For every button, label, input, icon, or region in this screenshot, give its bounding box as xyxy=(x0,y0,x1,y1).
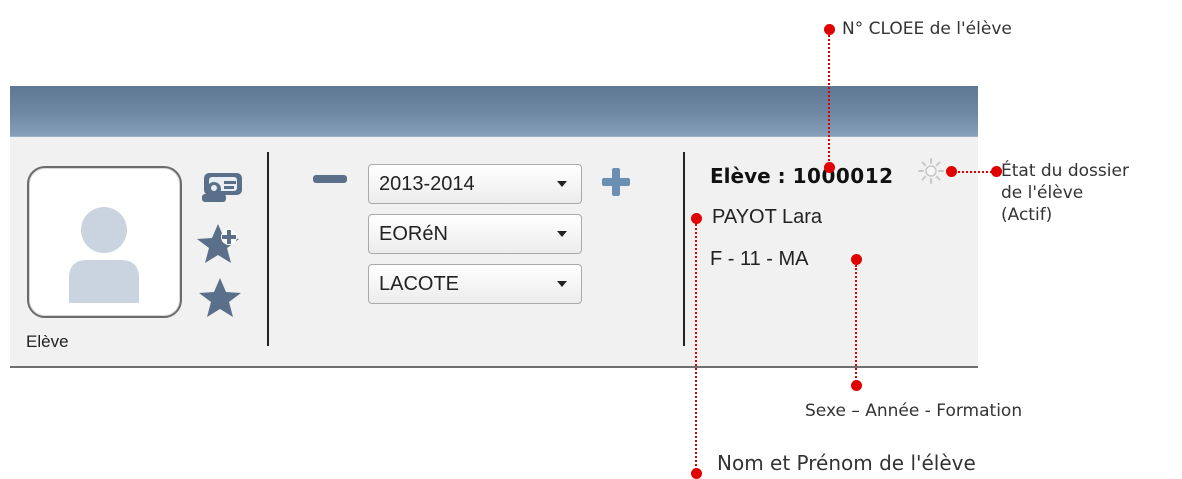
chevron-down-icon xyxy=(557,231,567,237)
user-placeholder-icon xyxy=(69,207,139,303)
separator xyxy=(683,152,685,346)
annotation-dot xyxy=(851,380,862,391)
teacher-select[interactable]: LACOTE xyxy=(368,264,582,304)
separator xyxy=(267,152,269,346)
annotation-dot xyxy=(824,24,835,35)
annotation-dot xyxy=(691,213,702,224)
annotation-dot xyxy=(946,166,957,177)
toolbar-divider xyxy=(10,366,978,368)
star-add-icon[interactable] xyxy=(196,220,244,268)
student-details: F - 11 - MA xyxy=(710,248,809,270)
annotation-line xyxy=(828,35,830,165)
year-select[interactable]: 2013-2014 xyxy=(368,164,582,204)
window-titlebar xyxy=(10,86,978,137)
annotation-line xyxy=(695,224,697,470)
photo-label: Elève xyxy=(26,332,69,351)
student-photo[interactable] xyxy=(27,166,182,318)
minus-icon[interactable] xyxy=(313,170,347,183)
annotation-id-label: N° CLOEE de l'élève xyxy=(842,19,1012,39)
year-select-value: 2013-2014 xyxy=(379,173,475,195)
annotation-dot xyxy=(851,254,862,265)
card-icon[interactable] xyxy=(194,168,254,208)
annotation-details-label: Sexe – Année - Formation xyxy=(805,401,1023,421)
annotation-status-label: État du dossier de l'élève (Actif) xyxy=(1001,161,1129,225)
student-title-prefix: Elève : xyxy=(710,164,793,188)
class-select[interactable]: EORéN xyxy=(368,214,582,254)
annotation-line xyxy=(958,171,992,173)
teacher-select-value: LACOTE xyxy=(379,273,460,295)
annotation-line xyxy=(855,265,857,382)
student-title: Elève : 1000012 xyxy=(710,164,894,188)
student-id: 1000012 xyxy=(792,164,894,188)
status-sun-icon[interactable] xyxy=(918,158,944,184)
chevron-down-icon xyxy=(557,181,567,187)
class-select-value: EORéN xyxy=(379,223,448,245)
plus-icon[interactable] xyxy=(600,166,632,198)
chevron-down-icon xyxy=(557,281,567,287)
annotation-dot xyxy=(824,162,835,173)
star-icon[interactable] xyxy=(196,274,244,322)
annotation-dot xyxy=(691,468,702,479)
annotation-name-label: Nom et Prénom de l'élève xyxy=(717,451,976,475)
student-name: PAYOT Lara xyxy=(712,206,823,228)
